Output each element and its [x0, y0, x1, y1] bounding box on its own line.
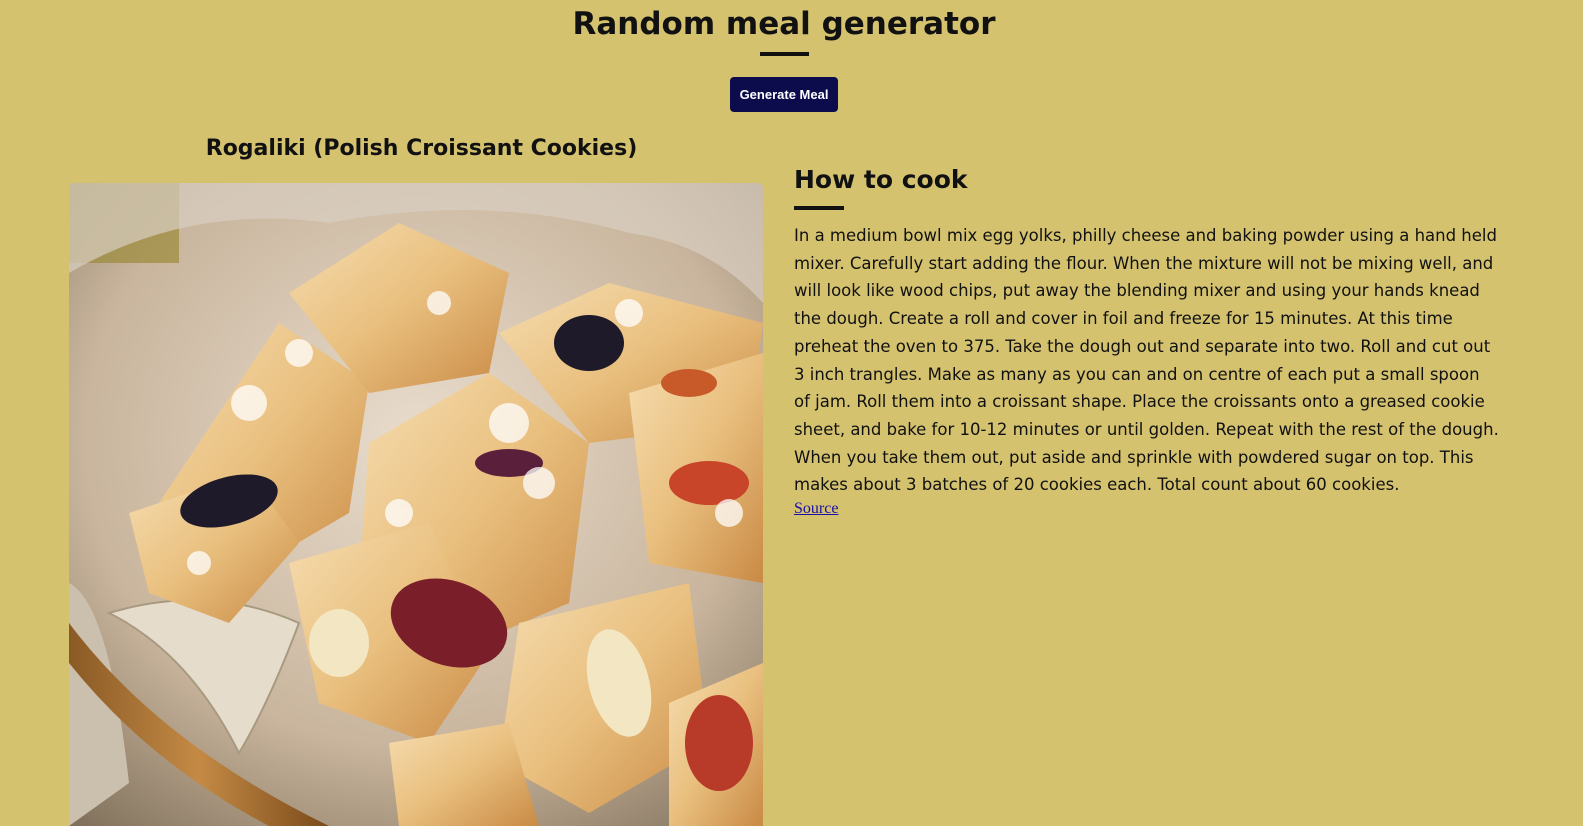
howto-underline: [794, 206, 844, 210]
page-title: Random meal generator: [572, 6, 996, 42]
generate-meal-button[interactable]: Generate Meal: [730, 77, 838, 112]
page: Random meal generator Generate Meal Roga…: [0, 0, 1583, 826]
meal-name: Rogaliki (Polish Croissant Cookies): [205, 136, 638, 161]
source-link[interactable]: Source: [794, 499, 838, 519]
how-to-cook-heading: How to cook: [794, 165, 968, 194]
meal-photo: [69, 183, 763, 826]
title-underline: [760, 52, 809, 56]
instructions-text: In a medium bowl mix egg yolks, philly c…: [794, 226, 1499, 495]
